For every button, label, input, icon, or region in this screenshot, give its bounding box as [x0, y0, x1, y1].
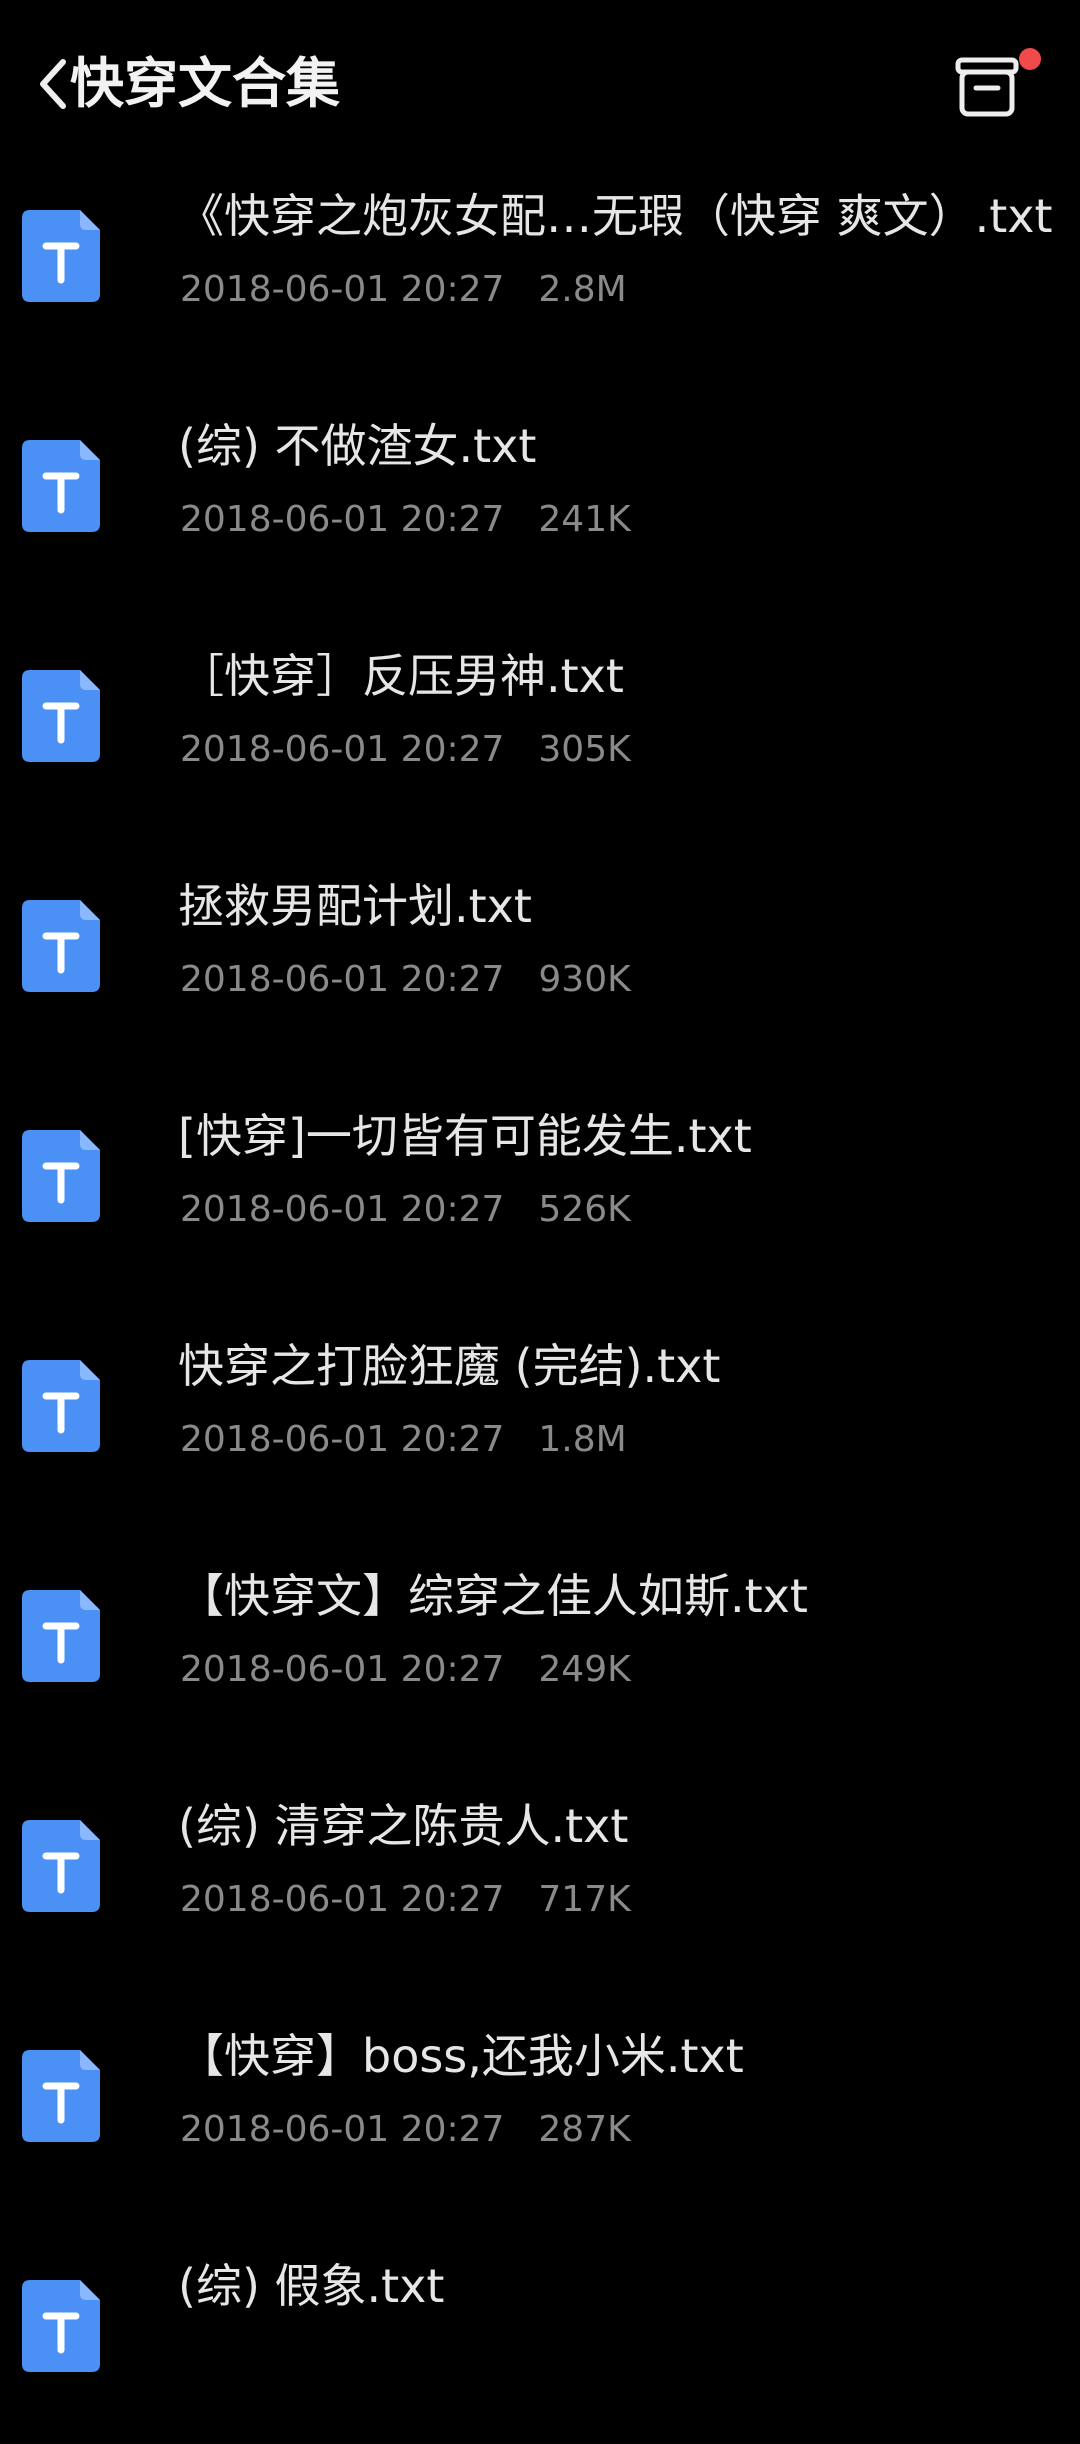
file-meta: 2018-06-01 20:27 2.8M	[180, 266, 627, 314]
txt-file-icon	[22, 900, 100, 992]
file-row[interactable]: 《快穿之炮灰女配…无瑕（快穿 爽文）.txt 2018-06-01 20:27 2…	[0, 144, 1080, 374]
file-name: (综) 不做渣女.txt	[178, 419, 537, 473]
file-size: 305K	[538, 729, 631, 770]
txt-file-icon	[22, 1820, 100, 1912]
file-date: 2018-06-01 20:27	[180, 729, 505, 770]
file-date: 2018-06-01 20:27	[180, 499, 505, 540]
file-meta: 2018-06-01 20:27 287K	[180, 2106, 631, 2154]
file-row[interactable]: (综) 清穿之陈贵人.txt 2018-06-01 20:27 717K	[0, 1754, 1080, 1984]
file-name: 快穿之打脸狂魔 (完结).txt	[178, 1339, 721, 1393]
file-name: [快穿]一切皆有可能发生.txt	[178, 1109, 752, 1163]
file-row[interactable]: ［快穿］反压男神.txt 2018-06-01 20:27 305K	[0, 604, 1080, 834]
box-button[interactable]	[952, 52, 1024, 124]
back-button[interactable]	[30, 52, 74, 116]
txt-file-icon	[22, 440, 100, 532]
file-row[interactable]: 快穿之打脸狂魔 (完结).txt 2018-06-01 20:27 1.8M	[0, 1294, 1080, 1524]
file-size: 930K	[538, 959, 631, 1000]
file-date: 2018-06-01 20:27	[180, 1189, 505, 1230]
file-name: 拯救男配计划.txt	[178, 879, 532, 933]
file-size: 2.8M	[538, 269, 627, 310]
file-meta: 2018-06-01 20:27 249K	[180, 1646, 631, 1694]
file-meta: 2018-06-01 20:27 930K	[180, 956, 631, 1004]
page-title: 快穿文合集	[70, 52, 340, 115]
file-size: 717K	[538, 1879, 631, 1920]
file-name: 【快穿文】综穿之佳人如斯.txt	[178, 1569, 808, 1623]
file-name: 【快穿】boss,还我小米.txt	[178, 2029, 744, 2083]
notification-dot	[1019, 48, 1041, 70]
file-meta: 2018-06-01 20:27 1.8M	[180, 1416, 627, 1464]
txt-file-icon	[22, 1360, 100, 1452]
file-date: 2018-06-01 20:27	[180, 1879, 505, 1920]
txt-file-icon	[22, 210, 100, 302]
file-size: 1.8M	[538, 1419, 627, 1460]
file-row[interactable]: [快穿]一切皆有可能发生.txt 2018-06-01 20:27 526K	[0, 1064, 1080, 1294]
txt-file-icon	[22, 1590, 100, 1682]
file-name: (综) 清穿之陈贵人.txt	[178, 1799, 629, 1853]
file-date: 2018-06-01 20:27	[180, 1419, 505, 1460]
file-date: 2018-06-01 20:27	[180, 1649, 505, 1690]
file-row[interactable]: 【快穿文】综穿之佳人如斯.txt 2018-06-01 20:27 249K	[0, 1524, 1080, 1754]
file-name: (综) 假象.txt	[178, 2259, 445, 2313]
txt-file-icon	[22, 670, 100, 762]
txt-file-icon	[22, 1130, 100, 1222]
file-row[interactable]: 拯救男配计划.txt 2018-06-01 20:27 930K	[0, 834, 1080, 1064]
file-name: 《快穿之炮灰女配…无瑕（快穿 爽文）.txt	[178, 189, 1053, 243]
file-row[interactable]: 【快穿】boss,还我小米.txt 2018-06-01 20:27 287K	[0, 1984, 1080, 2214]
file-size: 241K	[538, 499, 631, 540]
file-row[interactable]: (综) 不做渣女.txt 2018-06-01 20:27 241K	[0, 374, 1080, 604]
file-list: 《快穿之炮灰女配…无瑕（快穿 爽文）.txt 2018-06-01 20:27 2…	[0, 144, 1080, 2444]
box-icon	[955, 57, 1019, 117]
file-date: 2018-06-01 20:27	[180, 2109, 505, 2150]
file-name: ［快穿］反压男神.txt	[178, 649, 624, 703]
file-size: 249K	[538, 1649, 631, 1690]
chevron-left-icon	[40, 59, 66, 109]
txt-file-icon	[22, 2280, 100, 2372]
file-meta: 2018-06-01 20:27 241K	[180, 496, 631, 544]
file-size: 526K	[538, 1189, 631, 1230]
file-date: 2018-06-01 20:27	[180, 959, 505, 1000]
file-row[interactable]: (综) 假象.txt	[0, 2214, 1080, 2444]
file-date: 2018-06-01 20:27	[180, 269, 505, 310]
file-size: 287K	[538, 2109, 631, 2150]
file-meta: 2018-06-01 20:27 526K	[180, 1186, 631, 1234]
file-meta: 2018-06-01 20:27 305K	[180, 726, 631, 774]
txt-file-icon	[22, 2050, 100, 2142]
file-meta: 2018-06-01 20:27 717K	[180, 1876, 631, 1924]
